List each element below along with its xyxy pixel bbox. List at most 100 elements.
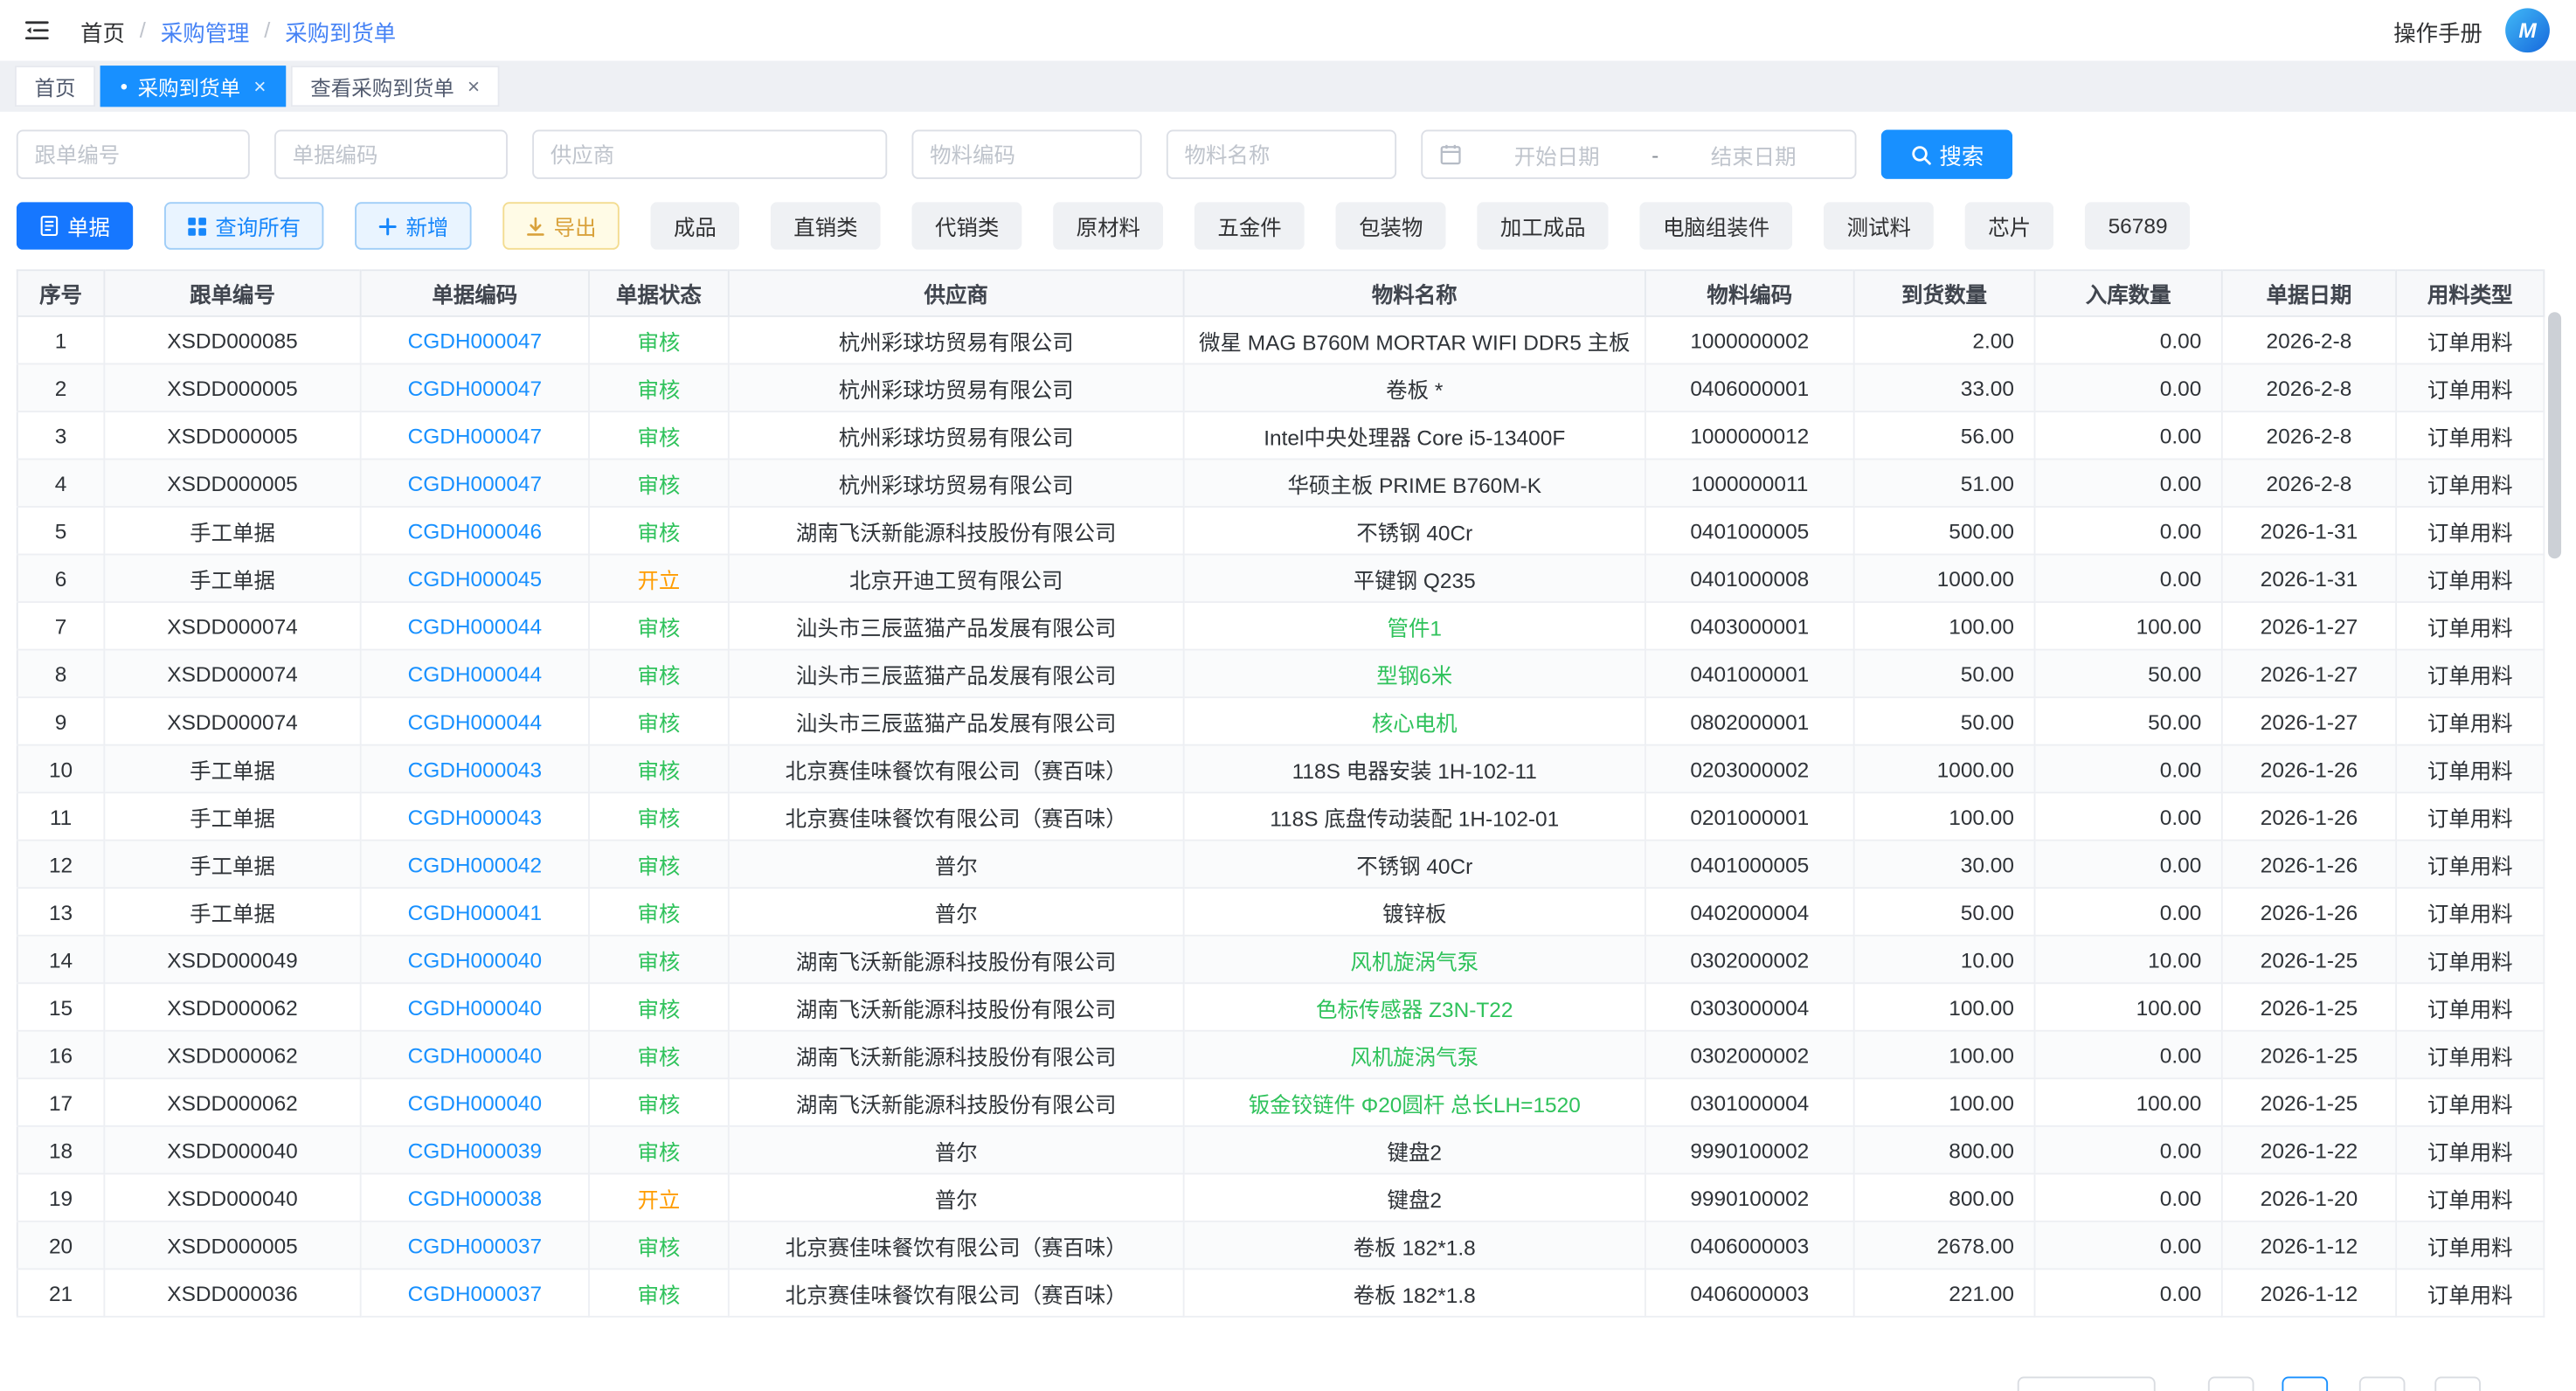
app-window: 首页/采购管理/采购到货单 操作手册 M 首页●采购到货单×查看采购到货单× 开… bbox=[0, 0, 2576, 1391]
cell-doc_code: CGDH000037 bbox=[361, 1269, 589, 1317]
cell-seq: 18 bbox=[17, 1126, 105, 1174]
document-button[interactable]: 单据 bbox=[17, 202, 134, 250]
cell-inbound_qty: 0.00 bbox=[2035, 1031, 2222, 1079]
category-button[interactable]: 直销类 bbox=[771, 202, 881, 250]
cell-material_name: 不锈钢 40Cr bbox=[1184, 507, 1645, 555]
category-button[interactable]: 电脑组装件 bbox=[1640, 202, 1793, 250]
follow-order-no-input[interactable] bbox=[17, 130, 250, 179]
tab-item[interactable]: 首页 bbox=[15, 66, 95, 107]
cell-follow_no: XSDD000062 bbox=[104, 983, 360, 1031]
document-code-link[interactable]: CGDH000040 bbox=[408, 947, 543, 972]
category-button[interactable]: 加工成品 bbox=[1478, 202, 1609, 250]
category-button[interactable]: 五金件 bbox=[1195, 202, 1305, 250]
document-code-link[interactable]: CGDH000043 bbox=[408, 757, 543, 781]
document-code-link[interactable]: CGDH000038 bbox=[408, 1185, 543, 1209]
cell-seq: 5 bbox=[17, 507, 105, 555]
document-code-input[interactable] bbox=[274, 130, 508, 179]
breadcrumb-item[interactable]: 首页 bbox=[80, 14, 125, 47]
date-range-picker[interactable]: 开始日期-结束日期 bbox=[1421, 130, 1856, 179]
calendar-icon bbox=[1439, 143, 1462, 166]
cell-doc_date: 2026-1-12 bbox=[2222, 1221, 2396, 1270]
document-code-link[interactable]: CGDH000047 bbox=[408, 423, 543, 447]
table-row: 15XSDD000062CGDH000040审核湖南飞沃新能源科技股份有限公司色… bbox=[17, 983, 2545, 1031]
material-code-input[interactable] bbox=[911, 130, 1141, 179]
user-avatar[interactable]: M bbox=[2505, 8, 2550, 52]
cell-material_code: 0406000001 bbox=[1645, 363, 1854, 412]
cell-follow_no: XSDD000005 bbox=[104, 1221, 360, 1270]
search-button-label: 搜索 bbox=[1939, 138, 1984, 171]
cell-material_code: 0401000005 bbox=[1645, 507, 1854, 555]
category-button[interactable]: 56789 bbox=[2085, 202, 2191, 250]
page-size-select[interactable] bbox=[2018, 1377, 2156, 1391]
document-code-link[interactable]: CGDH000046 bbox=[408, 518, 543, 543]
pagination-page-button-active[interactable] bbox=[2282, 1377, 2328, 1391]
cell-supplier: 汕头市三辰蓝猫产品发展有限公司 bbox=[729, 650, 1184, 698]
pagination-prev-button[interactable] bbox=[2208, 1377, 2254, 1391]
cell-status: 开立 bbox=[589, 1173, 729, 1221]
category-button[interactable]: 测试料 bbox=[1824, 202, 1934, 250]
add-button[interactable]: 新增 bbox=[355, 202, 472, 250]
cell-doc_date: 2026-1-20 bbox=[2222, 1173, 2396, 1221]
category-button[interactable]: 成品 bbox=[651, 202, 740, 250]
breadcrumb-item[interactable]: 采购管理 bbox=[161, 14, 250, 47]
document-code-link[interactable]: CGDH000047 bbox=[408, 471, 543, 495]
cell-follow_no: XSDD000074 bbox=[104, 602, 360, 650]
cell-doc_date: 2026-1-12 bbox=[2222, 1269, 2396, 1317]
category-button[interactable]: 芯片 bbox=[1965, 202, 2054, 250]
category-button[interactable]: 包装物 bbox=[1336, 202, 1446, 250]
cell-arrival_qty: 221.00 bbox=[1854, 1269, 2035, 1317]
cell-arrival_qty: 1000.00 bbox=[1854, 555, 2035, 603]
table-row: 14XSDD000049CGDH000040审核湖南飞沃新能源科技股份有限公司风… bbox=[17, 936, 2545, 984]
cell-doc_code: CGDH000040 bbox=[361, 1031, 589, 1079]
manual-link[interactable]: 操作手册 bbox=[2393, 14, 2483, 47]
pagination-page-button[interactable] bbox=[2359, 1377, 2406, 1391]
document-code-link[interactable]: CGDH000040 bbox=[408, 1090, 543, 1114]
document-code-link[interactable]: CGDH000047 bbox=[408, 376, 543, 400]
document-code-link[interactable]: CGDH000040 bbox=[408, 1042, 543, 1067]
document-code-link[interactable]: CGDH000045 bbox=[408, 566, 543, 591]
query-all-button[interactable]: 查询所有 bbox=[164, 202, 323, 250]
document-code-link[interactable]: CGDH000043 bbox=[408, 804, 543, 828]
tab-close-icon[interactable]: × bbox=[467, 74, 480, 99]
supplier-input[interactable] bbox=[532, 130, 887, 179]
tab-active-item[interactable]: ●采购到货单× bbox=[100, 66, 286, 107]
cell-inbound_qty: 100.00 bbox=[2035, 983, 2222, 1031]
cell-supplier: 北京赛佳味餐饮有限公司（赛百味） bbox=[729, 792, 1184, 841]
cell-doc_code: CGDH000043 bbox=[361, 745, 589, 793]
document-code-link[interactable]: CGDH000037 bbox=[408, 1281, 543, 1305]
search-button[interactable]: 搜索 bbox=[1881, 130, 2012, 179]
pagination-next-button[interactable] bbox=[2434, 1377, 2481, 1391]
tab-label: 采购到货单 bbox=[138, 71, 241, 102]
document-code-link[interactable]: CGDH000040 bbox=[408, 994, 543, 1019]
tab-item[interactable]: 查看采购到货单× bbox=[291, 66, 500, 107]
cell-material_code: 1000000011 bbox=[1645, 459, 1854, 507]
status-text: 审核 bbox=[637, 1044, 680, 1069]
cell-material_code: 0802000001 bbox=[1645, 697, 1854, 745]
menu-fold-icon[interactable] bbox=[23, 17, 51, 45]
export-button[interactable]: 导出 bbox=[502, 202, 620, 250]
cell-follow_no: 手工单据 bbox=[104, 888, 360, 936]
document-code-link[interactable]: CGDH000044 bbox=[408, 613, 543, 638]
tab-close-icon[interactable]: × bbox=[253, 74, 266, 99]
cell-arrival_qty: 50.00 bbox=[1854, 697, 2035, 745]
vertical-scrollbar-thumb[interactable] bbox=[2548, 312, 2561, 558]
table-row: 9XSDD000074CGDH000044审核汕头市三辰蓝猫产品发展有限公司核心… bbox=[17, 697, 2545, 745]
category-button[interactable]: 代销类 bbox=[912, 202, 1022, 250]
cell-status: 审核 bbox=[589, 316, 729, 364]
category-button[interactable]: 原材料 bbox=[1053, 202, 1163, 250]
breadcrumb: 首页/采购管理/采购到货单 bbox=[80, 14, 396, 47]
document-code-link[interactable]: CGDH000042 bbox=[408, 852, 543, 876]
cell-seq: 15 bbox=[17, 983, 105, 1031]
cell-inbound_qty: 0.00 bbox=[2035, 1269, 2222, 1317]
document-code-link[interactable]: CGDH000044 bbox=[408, 709, 543, 733]
cell-supplier: 北京赛佳味餐饮有限公司（赛百味） bbox=[729, 745, 1184, 793]
table-row: 7XSDD000074CGDH000044审核汕头市三辰蓝猫产品发展有限公司管件… bbox=[17, 602, 2545, 650]
material-name-input[interactable] bbox=[1167, 130, 1396, 179]
document-code-link[interactable]: CGDH000041 bbox=[408, 899, 543, 924]
document-code-link[interactable]: CGDH000037 bbox=[408, 1233, 543, 1257]
cell-doc_code: CGDH000039 bbox=[361, 1126, 589, 1174]
document-code-link[interactable]: CGDH000044 bbox=[408, 661, 543, 686]
document-code-link[interactable]: CGDH000047 bbox=[408, 328, 543, 352]
cell-supplier: 北京开迪工贸有限公司 bbox=[729, 555, 1184, 603]
document-code-link[interactable]: CGDH000039 bbox=[408, 1138, 543, 1162]
